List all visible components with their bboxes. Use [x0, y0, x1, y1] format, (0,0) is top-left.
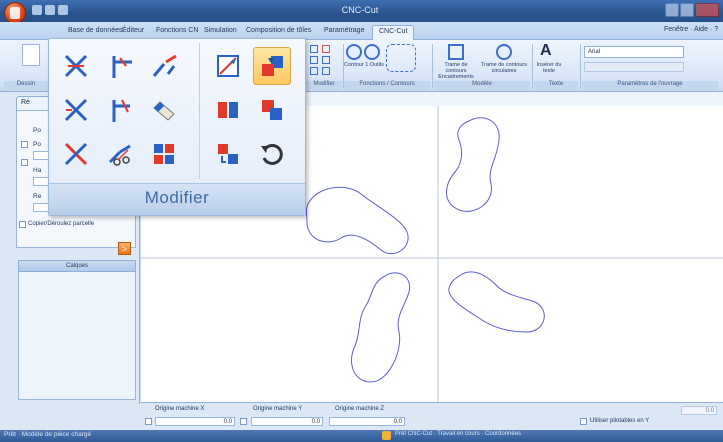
field-checkbox[interactable]	[21, 141, 28, 148]
apply-button[interactable]: >	[118, 242, 131, 255]
field-label: Ha	[33, 167, 42, 174]
grid-small-icon[interactable]	[322, 45, 330, 53]
grid-small-icon[interactable]	[322, 67, 330, 75]
font-combo[interactable]: Arial	[584, 46, 684, 58]
group-label-parametres: Paramètres de l'ouvrage	[582, 81, 718, 90]
coord-y-field[interactable]: 0.0	[251, 417, 323, 426]
pilot-checkbox-label: Utiliser pilotables en Y	[590, 418, 650, 424]
qat-open-icon[interactable]	[45, 5, 55, 15]
close-button[interactable]	[695, 3, 719, 17]
split-icon[interactable]	[57, 135, 95, 173]
layers-list[interactable]	[18, 272, 136, 400]
group-label-modifier: Modifier	[306, 81, 342, 90]
properties-icon[interactable]	[253, 47, 291, 85]
insert-text-label[interactable]: Insérer du texte	[534, 62, 564, 74]
grid-small-icon[interactable]	[310, 45, 318, 53]
coord-z-field[interactable]: 0.0	[329, 417, 405, 426]
coord-label-y: Origine machine Y	[253, 406, 303, 412]
group-label-modele: Modèle	[434, 81, 530, 90]
corner-icon[interactable]	[101, 91, 139, 129]
contour-button-label[interactable]: Contour 1 Outils	[344, 62, 384, 68]
extend-icon[interactable]	[101, 47, 139, 85]
modifier-popup: Modifier	[48, 38, 306, 216]
shape-bottom-left	[351, 272, 411, 383]
copy-checkbox-label: Copier/Déroulez parcelle	[28, 221, 95, 227]
popup-separator	[199, 43, 200, 179]
coord-extra-field[interactable]: 0.0	[681, 406, 717, 415]
app-menu-button[interactable]	[4, 2, 26, 24]
help-links[interactable]: Fenêtre · Aide · ?	[664, 26, 718, 33]
cut-icon[interactable]	[101, 135, 139, 173]
coord-checkbox[interactable]	[240, 418, 247, 425]
contour-frame-icon[interactable]	[386, 44, 416, 72]
layers-header: Calques	[18, 260, 136, 272]
status-text: Prêt · Modèle de pièce chargé	[4, 431, 92, 438]
rect-pattern-icon[interactable]	[448, 44, 464, 60]
text-a-icon[interactable]: A	[540, 42, 552, 60]
shape-top-right	[446, 117, 500, 212]
undo-icon[interactable]	[253, 135, 291, 173]
field-label: Po	[33, 141, 41, 148]
maximize-button[interactable]	[680, 3, 694, 17]
mirror-icon[interactable]	[209, 91, 247, 129]
status-right-text: Prêt CNC-Cut · Travail en cours · Coordo…	[395, 431, 522, 437]
field-checkbox[interactable]	[21, 159, 28, 166]
coord-checkbox[interactable]	[145, 418, 152, 425]
grid-small-icon[interactable]	[310, 56, 318, 64]
minimize-button[interactable]	[665, 3, 679, 17]
popup-title: Modifier	[144, 188, 210, 207]
popup-footer: Modifier	[49, 183, 305, 215]
delete-icon[interactable]	[57, 91, 95, 129]
contour-icon[interactable]	[346, 44, 362, 60]
break-icon[interactable]	[145, 47, 183, 85]
status-warning-icon	[382, 431, 391, 440]
stretch-icon[interactable]	[209, 47, 247, 85]
group-label-texte: Texte	[534, 81, 578, 90]
qat-save-icon[interactable]	[58, 5, 68, 15]
grid-small-icon[interactable]	[310, 67, 318, 75]
pilot-checkbox[interactable]	[580, 418, 587, 425]
copy-checkbox[interactable]	[19, 221, 26, 228]
qat-new-icon[interactable]	[32, 5, 42, 15]
window-title: CNC-Cut	[341, 5, 379, 15]
coord-label-z: Origine machine Z	[335, 406, 385, 412]
field-label: Re	[33, 193, 42, 200]
field-label: Po	[33, 127, 41, 134]
grid-small-icon[interactable]	[322, 56, 330, 64]
coord-label-x: Origine machine X	[155, 406, 205, 412]
title-bar: CNC-Cut	[0, 0, 723, 24]
left-bottom-area	[0, 404, 141, 430]
trim-icon[interactable]	[57, 47, 95, 85]
array-icon[interactable]	[145, 135, 183, 173]
circle-pattern-label[interactable]: Trame de contours circulaires	[480, 62, 528, 74]
move-icon[interactable]	[209, 135, 247, 173]
rect-pattern-label[interactable]: Trame de contours Encadrements	[436, 62, 476, 80]
new-document-icon[interactable]	[22, 44, 40, 66]
group-label-fonctions: Fonctions / Contours	[344, 81, 430, 90]
shape-top-left	[306, 186, 409, 255]
tab-parametrage[interactable]: Paramétrage	[318, 25, 370, 40]
tab-cnc-cut[interactable]: CNC-Cut	[372, 25, 415, 40]
coordinate-bar: Origine machine X Origine machine Y Orig…	[141, 402, 723, 430]
group-label-dessin: Dessin	[4, 81, 48, 90]
circle-pattern-icon[interactable]	[496, 44, 512, 60]
contour-icon[interactable]	[364, 44, 380, 60]
format-toolbar[interactable]	[584, 62, 684, 72]
align-icon[interactable]	[253, 91, 291, 129]
status-bar: Prêt · Modèle de pièce chargé Prêt CNC-C…	[0, 430, 723, 442]
coord-x-field[interactable]: 0.0	[155, 417, 235, 426]
shape-bottom-right	[448, 271, 545, 333]
eraser-icon[interactable]	[145, 91, 183, 129]
